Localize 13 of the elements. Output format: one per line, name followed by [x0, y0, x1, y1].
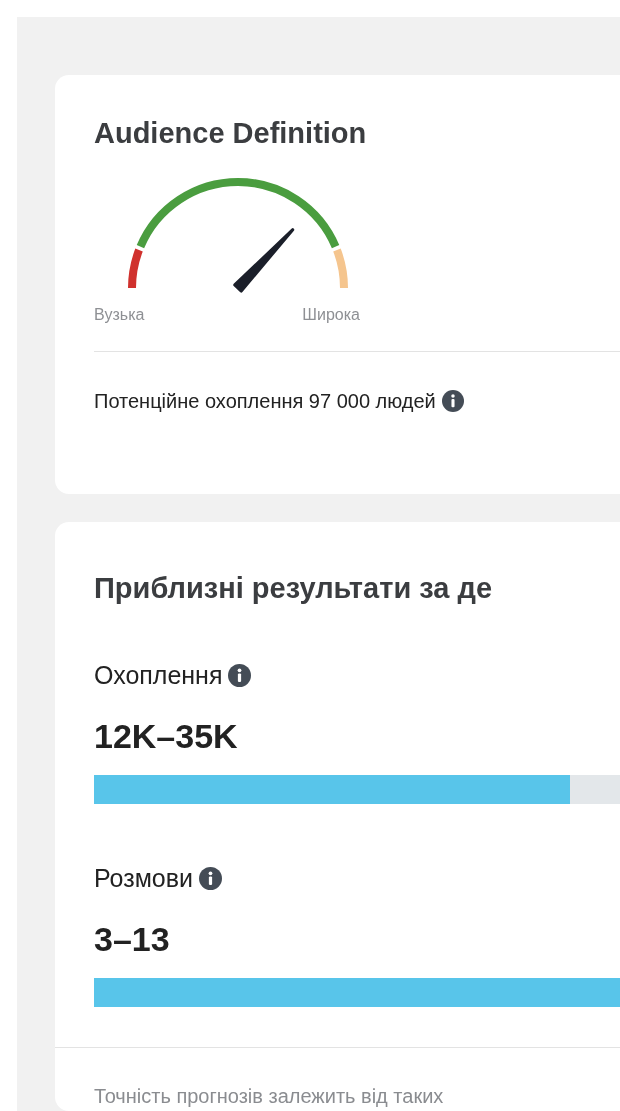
metric-value: 12K–35K — [94, 716, 239, 757]
card-title: Audience Definition — [94, 116, 368, 151]
gauge-label: Вузька — [94, 305, 145, 325]
info-icon[interactable] — [441, 390, 464, 412]
footnote-text: Точність прогнозів залежить від таких — [94, 1085, 444, 1107]
potential-reach-text: Потенційне охоплення 97 000 людей — [94, 389, 436, 414]
info-icon[interactable] — [199, 866, 222, 890]
info-icon[interactable] — [228, 663, 252, 687]
metric-value: 3–13 — [94, 919, 171, 960]
gauge-label: Широка — [302, 305, 360, 325]
metric-label: Розмови — [94, 863, 193, 894]
metric-label: Охоплення — [94, 660, 223, 691]
card-title: Приблизні результати за де — [94, 571, 494, 606]
